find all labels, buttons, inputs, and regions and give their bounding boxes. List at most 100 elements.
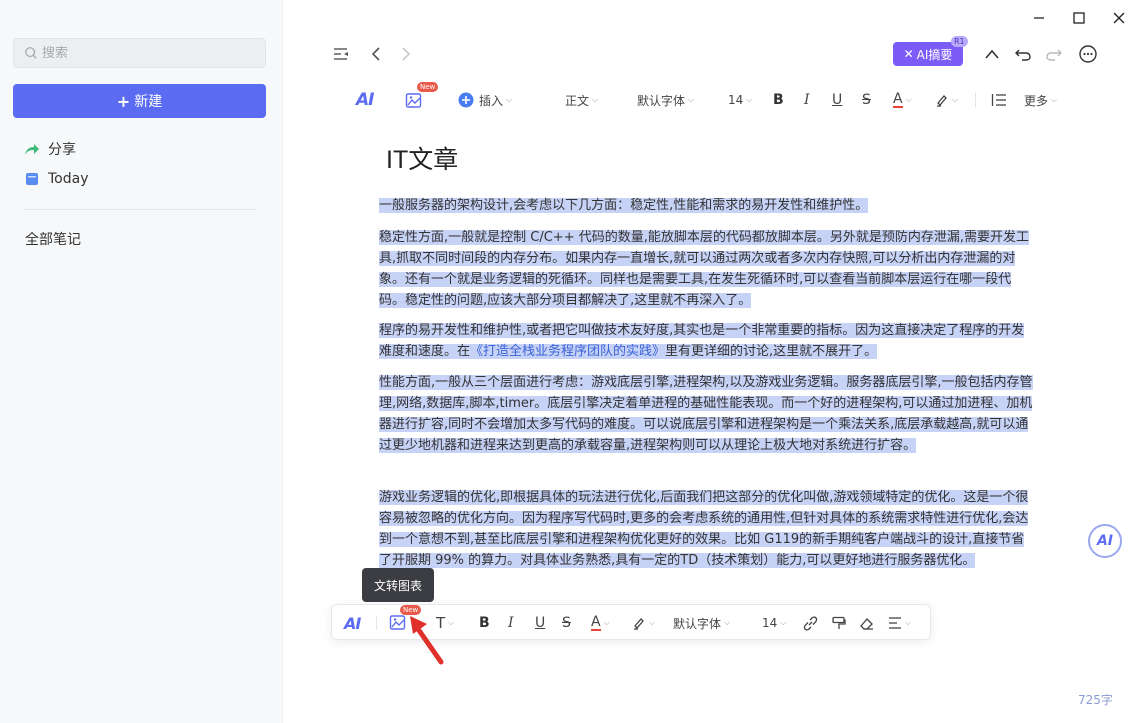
chevron-down-icon: ⌵ [688,95,695,104]
strikethrough-icon: S [862,92,871,108]
bold-button[interactable]: B [479,613,490,633]
search-box[interactable] [13,38,266,68]
strikethrough-button[interactable]: S [562,613,571,633]
image-chart-icon [405,93,422,108]
align-left-icon [889,617,901,629]
font-family-label: 默认字体 [637,93,686,108]
list-button[interactable] [991,88,1007,112]
bold-icon: B [773,92,784,108]
page-title[interactable]: IT文章 [386,140,458,176]
text-color-button[interactable]: A ⌵ [591,613,610,633]
plus-icon: + [116,91,131,111]
sidebar-item-share[interactable]: 分享 [24,137,76,161]
more-menu[interactable]: 更多 ⌵ [1024,88,1057,112]
chevron-down-icon: ⌵ [1051,95,1058,104]
undo-icon[interactable] [1013,44,1033,64]
chevron-down-icon: ⌵ [905,95,912,104]
chevron-down-icon: ⌵ [746,95,753,104]
paragraph[interactable]: 性能方面,一般从三个层面进行考虑：游戏底层引擎,进程架构,以及游戏业务逻辑。服务… [379,372,1035,456]
eraser-icon [860,617,873,630]
highlighter-icon [634,618,644,630]
paragraph-text: 好地进行服务器优化。 [845,553,976,568]
r1-badge: R1 [951,36,968,47]
chevron-down-icon: ⌵ [448,618,455,627]
paragraph-text: 稳定性方面,一般就是控制 C/C++ 代码的数量,能放脚本层的代码都放脚本层。另… [379,230,1029,308]
paragraph[interactable]: 程序的易开发性和维护性,或者把它叫做技术友好度,其实也是一个非常重要的指标。因为… [379,320,1035,362]
underline-icon: U [832,92,843,108]
paragraph[interactable]: 游戏业务逻辑的优化,即根据具体的玩法进行优化,后面我们把这部分的优化叫做,游戏领… [379,487,1035,571]
new-note-button[interactable]: + 新建 [13,84,266,118]
text-color-icon: A [893,91,903,108]
ai-assistant-button[interactable]: AI [344,613,361,633]
ai-summary-label: AI摘要 [916,47,953,62]
minimize-icon[interactable] [1028,8,1050,28]
article-link[interactable]: 《打造全栈业务程序团队的实践》 [470,344,666,359]
bold-button[interactable]: B [773,88,784,112]
font-size-label: 14 [728,93,744,107]
more-label: 更多 [1024,93,1049,108]
strikethrough-icon: S [562,615,571,631]
ai-float-button[interactable]: AI [1088,524,1122,558]
italic-button[interactable]: I [804,88,810,112]
redo-icon[interactable] [1044,44,1064,64]
share-arrow-icon [24,141,40,157]
paragraph-style-select[interactable]: 正文 ⌵ [565,88,598,112]
ordered-list-icon [991,94,1006,106]
search-input[interactable] [42,45,242,61]
ai-logo-icon: AI [356,90,375,110]
paragraph-text: 里有更详细的讨论,这里就不展开了。 [665,344,878,359]
font-family-select[interactable]: 默认字体 ⌵ [673,613,730,633]
sidebar-item-label: Today [48,171,89,187]
font-size-select[interactable]: 14 ⌵ [762,613,786,633]
insert-menu[interactable]: 插入 ⌵ [458,88,512,112]
toolbar-divider [975,93,976,107]
maximize-icon[interactable] [1068,8,1090,28]
notebook-icon [24,171,40,187]
format-painter-button[interactable] [831,613,846,633]
new-badge: New [417,82,439,92]
text-color-button[interactable]: A ⌵ [893,88,912,112]
strikethrough-button[interactable]: S [862,88,871,112]
paragraph-text: 性能方面,一般从三个层面进行考虑：游戏底层引擎,进程架构,以及游戏业务逻辑。服务… [379,375,1033,453]
sidebar-item-all-notes[interactable]: 全部笔记 [25,229,81,249]
align-select[interactable]: ⌵ [888,613,911,633]
search-icon [25,47,37,59]
underline-icon: U [535,615,546,631]
paragraph[interactable]: 一般服务器的架构设计,会考虑以下几方面：稳定性,性能和需求的易开发性和维护性。 [379,195,1035,216]
collapse-sidebar-icon[interactable] [331,44,351,64]
paragraph-style-label: 正文 [565,93,590,108]
red-arrow-annotation [410,616,444,665]
highlight-button[interactable]: ⌵ [632,613,655,633]
chevron-down-icon: ⌵ [952,95,959,104]
chevron-down-icon: ⌵ [649,618,656,627]
forward-icon[interactable] [396,44,416,64]
chevron-down-icon: ⌵ [905,618,912,627]
clear-format-button[interactable] [859,613,874,633]
font-family-select[interactable]: 默认字体 ⌵ [637,88,694,112]
ai-assistant-button[interactable]: AI [356,88,375,112]
more-options-icon[interactable] [1077,43,1099,65]
italic-icon: I [804,92,810,108]
underline-button[interactable]: U [832,88,842,112]
back-icon[interactable] [366,44,386,64]
font-size-select[interactable]: 14 ⌵ [728,88,752,112]
format-painter-icon [832,616,846,629]
paragraph[interactable]: 稳定性方面,一般就是控制 C/C++ 代码的数量,能放脚本层的代码都放脚本层。另… [379,227,1035,311]
magic-wand-icon: ✕ [903,47,914,61]
paragraph-text: 一般服务器的架构设计,会考虑以下几方面：稳定性,性能和需求的易开发性和维护性。 [379,198,869,213]
italic-icon: I [508,615,514,631]
chevron-up-icon[interactable] [982,44,1002,64]
text-color-icon: A [591,614,601,631]
chevron-down-icon: ⌵ [506,95,513,104]
highlight-button[interactable]: ⌵ [935,88,958,112]
italic-button[interactable]: I [508,613,514,633]
bold-icon: B [479,615,490,631]
sidebar-item-today[interactable]: Today [24,167,89,191]
word-count: 725字 [1078,693,1113,707]
chevron-down-icon: ⌵ [603,618,610,627]
close-icon[interactable] [1108,8,1130,28]
new-note-label: 新建 [134,94,163,110]
link-icon [803,615,818,631]
link-button[interactable] [803,613,818,633]
underline-button[interactable]: U [535,613,545,633]
